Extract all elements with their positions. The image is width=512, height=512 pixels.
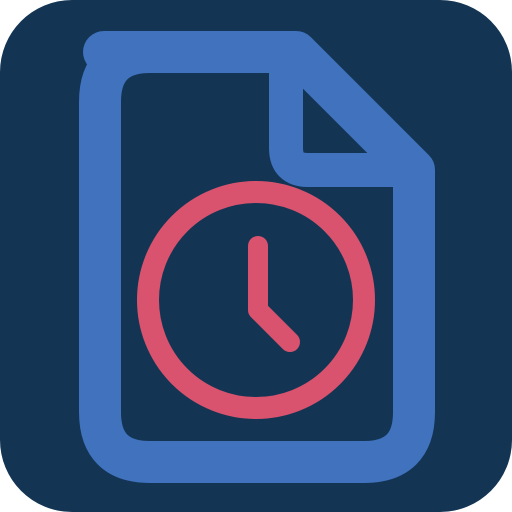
app-icon — [0, 0, 512, 512]
file-clock-icon — [0, 0, 512, 512]
